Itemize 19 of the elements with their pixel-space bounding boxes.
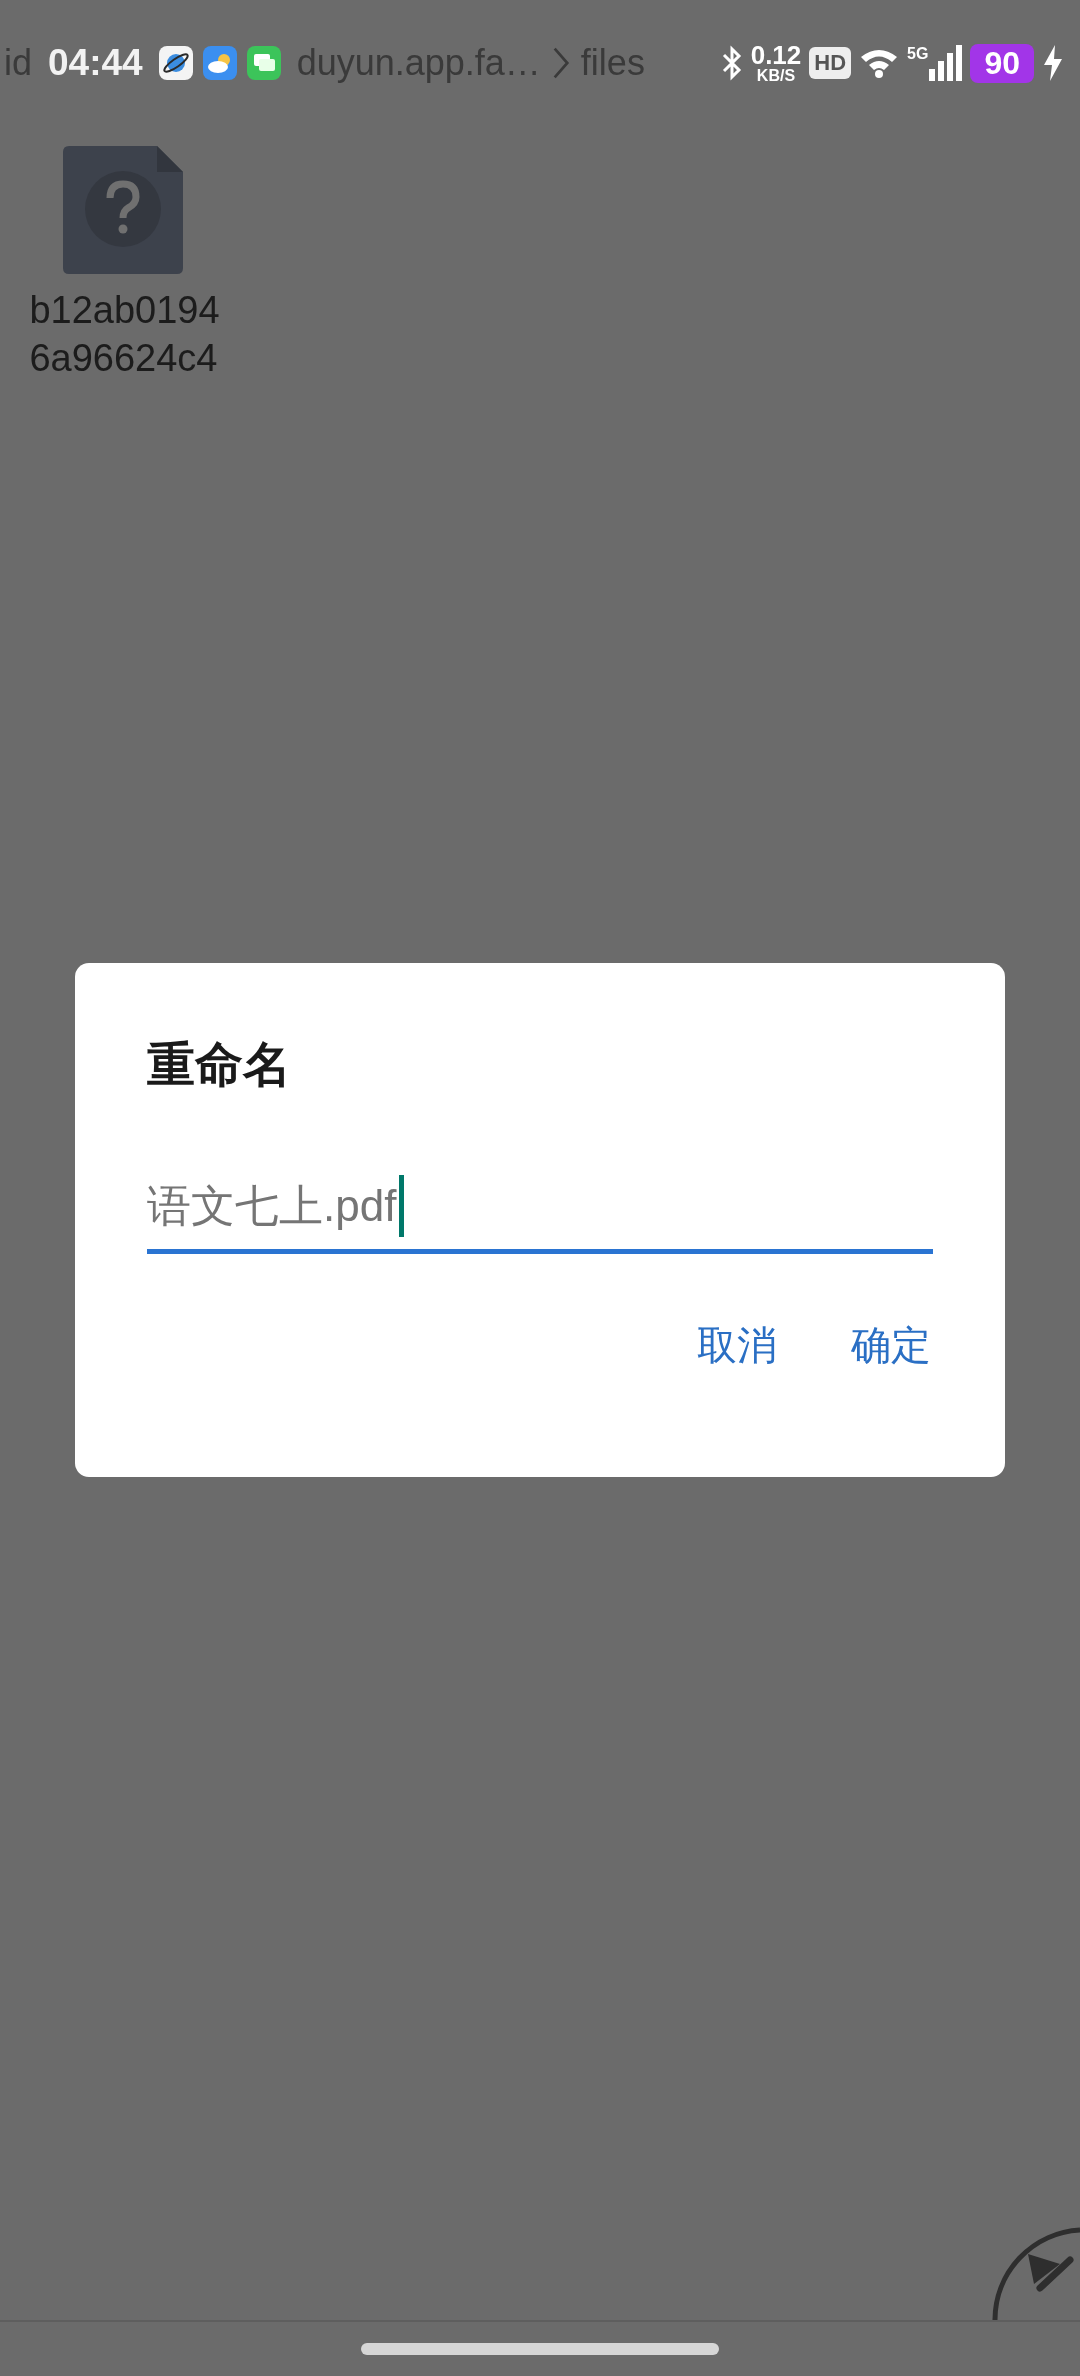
name-field[interactable]: 语文七上.pdf [147,1163,933,1254]
dialog-title: 重命名 [147,1037,292,1093]
signal-icon [928,45,963,81]
hd-badge: HD [809,47,852,79]
messages-app-icon [246,46,281,80]
wifi-icon [859,47,900,79]
confirm-button[interactable]: 确定 [841,1312,941,1379]
planet-app-icon [158,46,193,80]
bluetooth-icon [720,45,743,81]
clock: 04:44 [48,42,143,84]
network-speed: 0.12 [750,42,802,68]
network-type: 5G [907,45,929,63]
cancel-button[interactable]: 取消 [687,1312,787,1379]
battery-level: 90 [970,43,1034,83]
unknown-file-icon [62,146,183,274]
speed-unit: KB/S [756,68,796,84]
home-indicator[interactable] [361,2343,719,2355]
file-name: b12ab0194 6a96624c4 [29,288,220,381]
weather-app-icon [202,46,237,80]
